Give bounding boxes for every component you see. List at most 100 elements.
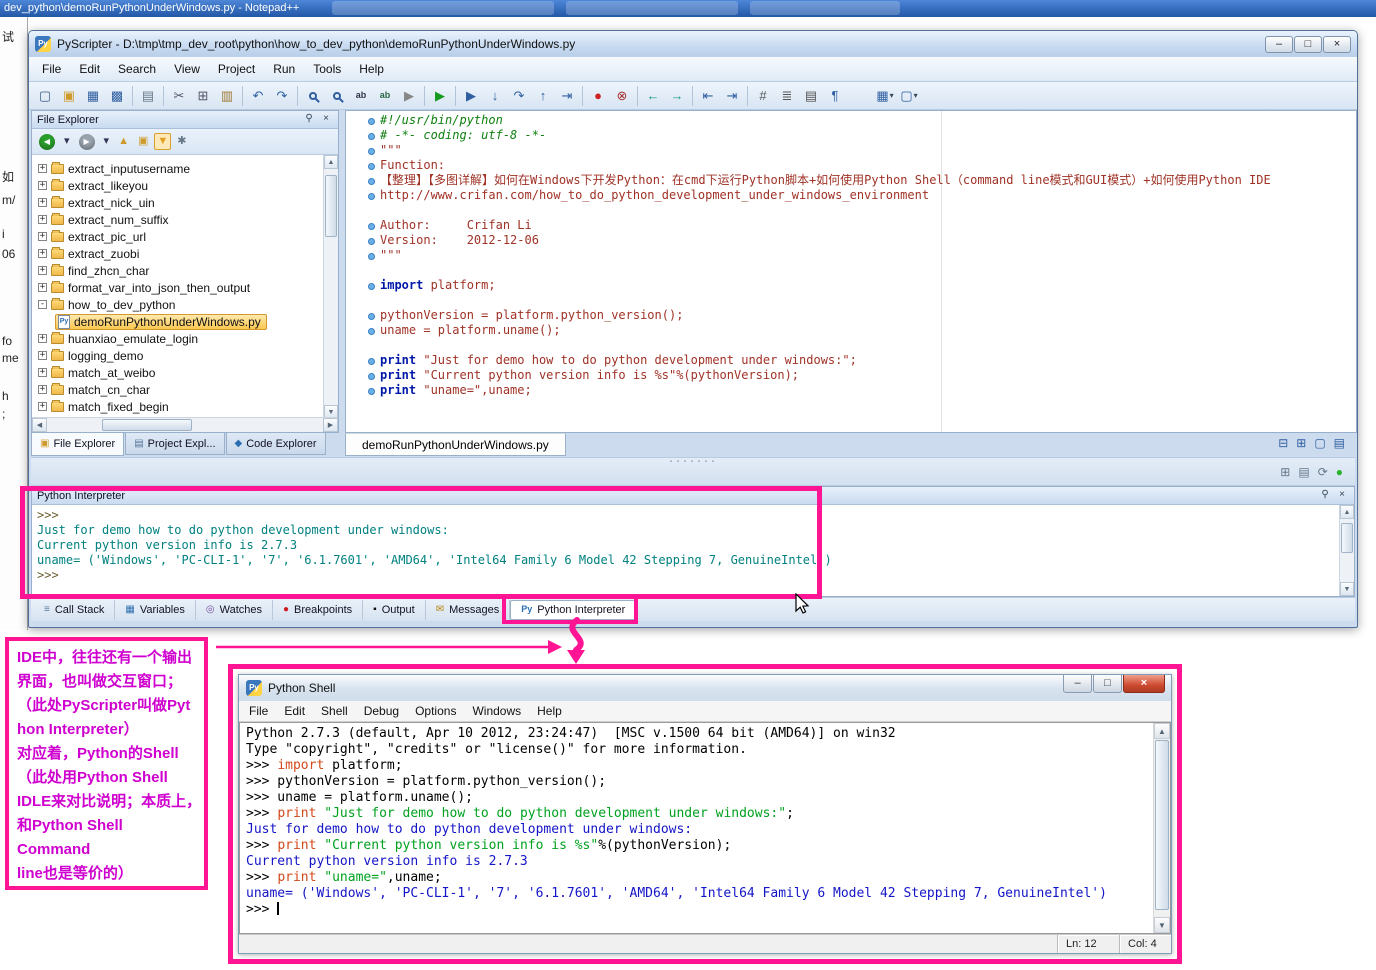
- tab-python-interpreter[interactable]: Py Python Interpreter: [510, 599, 637, 620]
- tree-item[interactable]: + extract_zuobi: [32, 245, 324, 262]
- step-out-icon[interactable]: ↑: [531, 85, 555, 107]
- shell-scrollbar[interactable]: ▲ ▼: [1153, 723, 1170, 933]
- tree-item[interactable]: Py demoRunPythonUnderWindows.py: [32, 313, 324, 330]
- code-editor[interactable]: #!/usr/bin/python # -*- coding: utf-8 -*-…: [345, 110, 1357, 433]
- scrollbar-thumb[interactable]: [1155, 740, 1169, 910]
- tab-project-expl[interactable]: ▤ Project Expl...: [125, 433, 225, 455]
- redo-icon[interactable]: ↷: [270, 85, 294, 107]
- shell-menu-windows[interactable]: Windows: [464, 702, 529, 720]
- forward-history-dropdown[interactable]: ▾: [101, 133, 113, 150]
- copy-icon[interactable]: ⊞: [191, 85, 215, 107]
- scrollbar-thumb[interactable]: [102, 419, 192, 431]
- undo-icon[interactable]: ↶: [246, 85, 270, 107]
- interpreter-console[interactable]: >>> Just for demo how to do python devel…: [32, 505, 1339, 596]
- special-chars-icon[interactable]: ¶: [823, 85, 847, 107]
- run-icon[interactable]: ▶: [428, 85, 452, 107]
- expand-icon[interactable]: +: [38, 232, 47, 241]
- scroll-left-icon[interactable]: ◀: [32, 418, 47, 432]
- expand-icon[interactable]: +: [38, 402, 47, 411]
- tree-item[interactable]: + logging_demo: [32, 347, 324, 364]
- filter-icon[interactable]: ▼: [154, 133, 172, 150]
- tab-messages[interactable]: ✉ Messages: [426, 599, 511, 620]
- interpreter-copy-icon[interactable]: ▤: [1298, 466, 1309, 478]
- scroll-down-icon[interactable]: ▼: [1340, 582, 1354, 596]
- pin-icon[interactable]: ⚲: [302, 113, 316, 126]
- expand-icon[interactable]: +: [38, 283, 47, 292]
- tree-item[interactable]: + huanxiao_emulate_login: [32, 330, 324, 347]
- maximize-button[interactable]: □: [1093, 675, 1122, 693]
- expand-icon[interactable]: +: [38, 164, 47, 173]
- tab-variables[interactable]: ▦ Variables: [115, 599, 196, 620]
- editor-tab-active[interactable]: demoRunPythonUnderWindows.py: [345, 433, 566, 456]
- debug-icon[interactable]: ▶: [459, 85, 483, 107]
- menu-run[interactable]: Run: [264, 59, 304, 79]
- new-folder-icon[interactable]: ▣: [135, 133, 151, 150]
- shell-menu-debug[interactable]: Debug: [356, 702, 407, 720]
- tree-item[interactable]: + extract_nick_uin: [32, 194, 324, 211]
- tab-watches[interactable]: ◎ Watches: [196, 599, 273, 620]
- editor-views-icon[interactable]: ▦ ▾: [873, 85, 897, 107]
- tree-item[interactable]: + extract_num_suffix: [32, 211, 324, 228]
- scroll-down-icon[interactable]: ▼: [1154, 917, 1170, 933]
- shell-menu-shell[interactable]: Shell: [313, 702, 356, 720]
- find-next-icon[interactable]: [325, 85, 349, 107]
- shell-menu-help[interactable]: Help: [529, 702, 570, 720]
- tree-item[interactable]: + extract_pic_url: [32, 228, 324, 245]
- menu-search[interactable]: Search: [109, 59, 165, 79]
- sorted-list-icon[interactable]: ≣: [775, 85, 799, 107]
- interpreter-windows-icon[interactable]: ⊞: [1280, 466, 1290, 478]
- shell-menu-edit[interactable]: Edit: [276, 702, 313, 720]
- forward-icon[interactable]: ▶: [76, 131, 98, 153]
- tree-item[interactable]: + extract_likeyou: [32, 177, 324, 194]
- tab-file-explorer[interactable]: ▣ File Explorer: [31, 433, 125, 456]
- browse-forward-icon[interactable]: →: [665, 85, 689, 107]
- tab-list-icon[interactable]: ⊟: [1278, 437, 1288, 449]
- print-icon[interactable]: ▤: [136, 85, 160, 107]
- folder-settings-icon[interactable]: ✱: [174, 133, 189, 150]
- doc-map-icon[interactable]: ▤: [799, 85, 823, 107]
- scrollbar-thumb[interactable]: [325, 175, 337, 237]
- save-all-icon[interactable]: ▩: [105, 85, 129, 107]
- tree-item[interactable]: + match_fixed_begin: [32, 398, 324, 415]
- back-history-dropdown[interactable]: ▾: [61, 133, 73, 150]
- open-file-icon[interactable]: ▣: [57, 85, 81, 107]
- close-button[interactable]: ×: [1123, 675, 1165, 693]
- shell-console[interactable]: Python 2.7.3 (default, Apr 10 2012, 23:2…: [240, 723, 1153, 933]
- tab-code-explorer[interactable]: ◆ Code Explorer: [225, 433, 326, 455]
- tab-breakpoints[interactable]: ● Breakpoints: [273, 599, 364, 620]
- menu-edit[interactable]: Edit: [70, 59, 109, 79]
- tab-output[interactable]: ▪ Output: [363, 599, 426, 620]
- paste-icon[interactable]: ▥: [215, 85, 239, 107]
- menu-view[interactable]: View: [165, 59, 209, 79]
- expand-icon[interactable]: +: [38, 334, 47, 343]
- splitter-grip[interactable]: ·······: [669, 452, 718, 469]
- interpreter-refresh-icon[interactable]: ⟳: [1318, 466, 1328, 478]
- tree-vertical-scrollbar[interactable]: ▲ ▼: [323, 155, 338, 419]
- expand-icon[interactable]: +: [38, 181, 47, 190]
- shell-menu-file[interactable]: File: [241, 702, 276, 720]
- stop-icon[interactable]: ●: [586, 85, 610, 107]
- expand-icon[interactable]: +: [38, 266, 47, 275]
- new-file-icon[interactable]: ▢: [33, 85, 57, 107]
- dock-splitter-toolbar[interactable]: ······· ⊞ ▤ ⟳ ●: [31, 452, 1355, 486]
- shell-menu-options[interactable]: Options: [407, 702, 464, 720]
- save-icon[interactable]: ▦: [81, 85, 105, 107]
- tree-item[interactable]: + match_cn_char: [32, 381, 324, 398]
- menu-file[interactable]: File: [33, 59, 70, 79]
- detach-debugger-icon[interactable]: ⊗: [610, 85, 634, 107]
- expand-icon[interactable]: +: [38, 385, 47, 394]
- menu-help[interactable]: Help: [350, 59, 393, 79]
- pin-icon[interactable]: ⚲: [1318, 489, 1332, 502]
- tree-item[interactable]: + format_var_into_json_then_output: [32, 279, 324, 296]
- new-editor-window-icon[interactable]: ▢: [1314, 437, 1325, 449]
- notepadpp-titlebar[interactable]: dev_python\demoRunPythonUnderWindows.py …: [0, 0, 1376, 17]
- minimize-button[interactable]: –: [1063, 675, 1092, 693]
- replace-icon[interactable]: ab: [373, 85, 397, 107]
- engine-status-icon[interactable]: ●: [1336, 466, 1343, 478]
- browse-back-icon[interactable]: ←: [641, 85, 665, 107]
- collapse-icon[interactable]: -: [38, 300, 47, 309]
- run-to-cursor-icon[interactable]: ⇥: [555, 85, 579, 107]
- indent-icon[interactable]: ⇥: [720, 85, 744, 107]
- cut-icon[interactable]: ✂: [167, 85, 191, 107]
- maximize-button[interactable]: □: [1294, 35, 1322, 53]
